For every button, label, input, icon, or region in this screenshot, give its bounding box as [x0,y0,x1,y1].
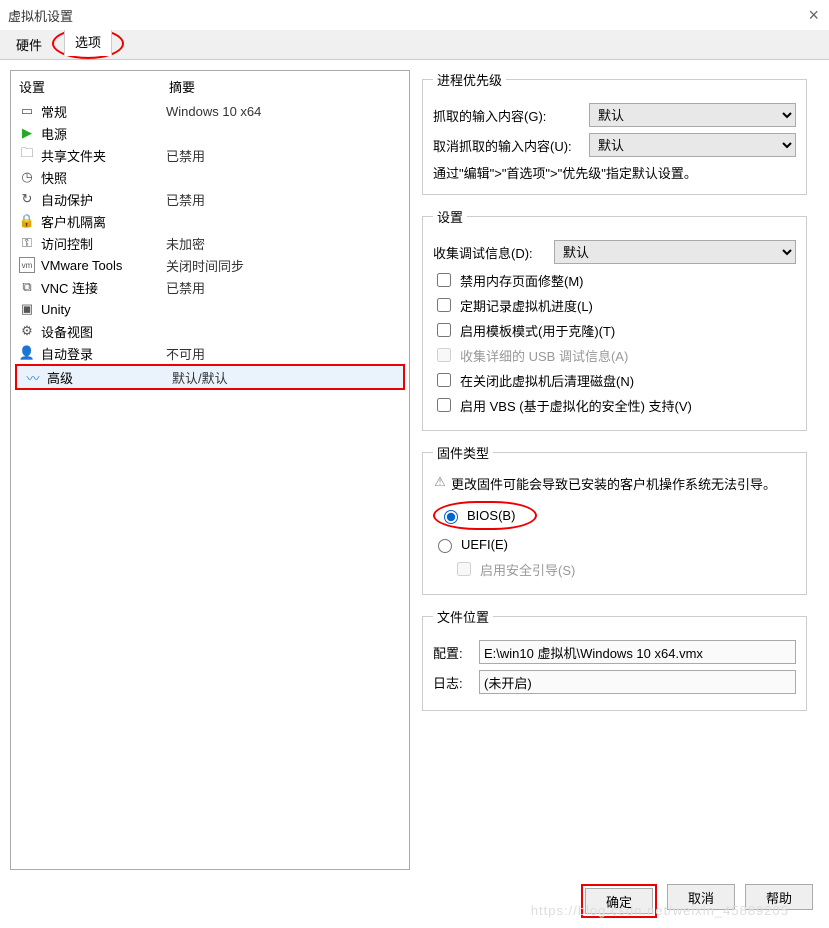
checkbox-clean[interactable] [437,373,451,387]
list-item-advanced[interactable]: 〰 高级 默认/默认 [17,366,403,388]
list-item[interactable]: ◷ 快照 [11,166,409,188]
select-grabbed[interactable]: 默认 [589,103,796,127]
input-log-path[interactable] [479,670,796,694]
snapshot-icon: ◷ [19,169,35,185]
list-item[interactable]: 👤 自动登录 不可用 [11,342,409,364]
group-priority: 进程优先级 抓取的输入内容(G): 默认 取消抓取的输入内容(U): 默认 通过… [422,70,807,195]
autologin-icon: 👤 [19,345,35,361]
folder-icon: 🗀 [19,147,35,163]
vnc-icon: ⧉ [19,279,35,295]
tab-hardware[interactable]: 硬件 [6,30,52,59]
access-icon: ⚿ [19,235,35,251]
appliance-icon: ⚙ [19,323,35,339]
checkbox-vbs[interactable] [437,398,451,412]
list-item[interactable]: 🔒 客户机隔离 [11,210,409,232]
radio-uefi[interactable] [438,539,452,553]
list-item[interactable]: ⚙ 设备视图 [11,320,409,342]
cancel-button[interactable]: 取消 [667,884,735,910]
isolation-icon: 🔒 [19,213,35,229]
list-item[interactable]: ▶ 电源 [11,122,409,144]
list-item[interactable]: ⧉ VNC 连接 已禁用 [11,276,409,298]
input-config-path[interactable] [479,640,796,664]
ok-button[interactable]: 确定 [585,888,653,914]
firmware-warning: 更改固件可能会导致已安装的客户机操作系统无法引导。 [451,474,776,493]
checkbox-secureboot [457,562,471,576]
close-icon[interactable]: × [808,5,819,26]
label-config: 配置: [433,643,473,662]
general-icon: ▭ [19,103,35,119]
list-item[interactable]: vm VMware Tools 关闭时间同步 [11,254,409,276]
priority-hint: 通过"编辑">"首选项">"优先级"指定默认设置。 [433,163,796,182]
list-item[interactable]: ▣ Unity [11,298,409,320]
checkbox-log[interactable] [437,298,451,312]
advanced-icon: 〰 [25,369,41,385]
list-item[interactable]: ↻ 自动保护 已禁用 [11,188,409,210]
checkbox-mem[interactable] [437,273,451,287]
group-firmware: 固件类型 ⚠ 更改固件可能会导致已安装的客户机操作系统无法引导。 BIOS(B)… [422,443,807,595]
list-item[interactable]: ⚿ 访问控制 未加密 [11,232,409,254]
column-setting: 设置 [19,77,169,96]
checkbox-template[interactable] [437,323,451,337]
autoprotect-icon: ↻ [19,191,35,207]
list-item[interactable]: 🗀 共享文件夹 已禁用 [11,144,409,166]
help-button[interactable]: 帮助 [745,884,813,910]
column-summary: 摘要 [169,77,195,96]
label-grabbed: 抓取的输入内容(G): [433,106,583,125]
select-ungrabbed[interactable]: 默认 [589,133,796,157]
checkbox-usb [437,348,451,362]
warning-icon: ⚠ [433,474,447,490]
power-icon: ▶ [19,125,35,141]
label-debug: 收集调试信息(D): [433,243,548,262]
group-fileloc: 文件位置 配置: 日志: [422,607,807,711]
label-log: 日志: [433,673,473,692]
select-debug[interactable]: 默认 [554,240,796,264]
tab-options[interactable]: 选项 [64,29,112,56]
unity-icon: ▣ [19,301,35,317]
label-ungrabbed: 取消抓取的输入内容(U): [433,136,583,155]
tab-bar: 硬件 选项 [0,30,829,60]
window-title: 虚拟机设置 [8,6,821,25]
group-settings: 设置 收集调试信息(D): 默认 禁用内存页面修整(M) 定期记录虚拟机进度(L… [422,207,807,431]
settings-list: 设置 摘要 ▭ 常规 Windows 10 x64 ▶ 电源 🗀 共享文件夹 已… [10,70,410,870]
vmtools-icon: vm [19,257,35,273]
right-pane: 进程优先级 抓取的输入内容(G): 默认 取消抓取的输入内容(U): 默认 通过… [420,70,819,870]
radio-bios[interactable] [444,510,458,524]
list-item[interactable]: ▭ 常规 Windows 10 x64 [11,100,409,122]
